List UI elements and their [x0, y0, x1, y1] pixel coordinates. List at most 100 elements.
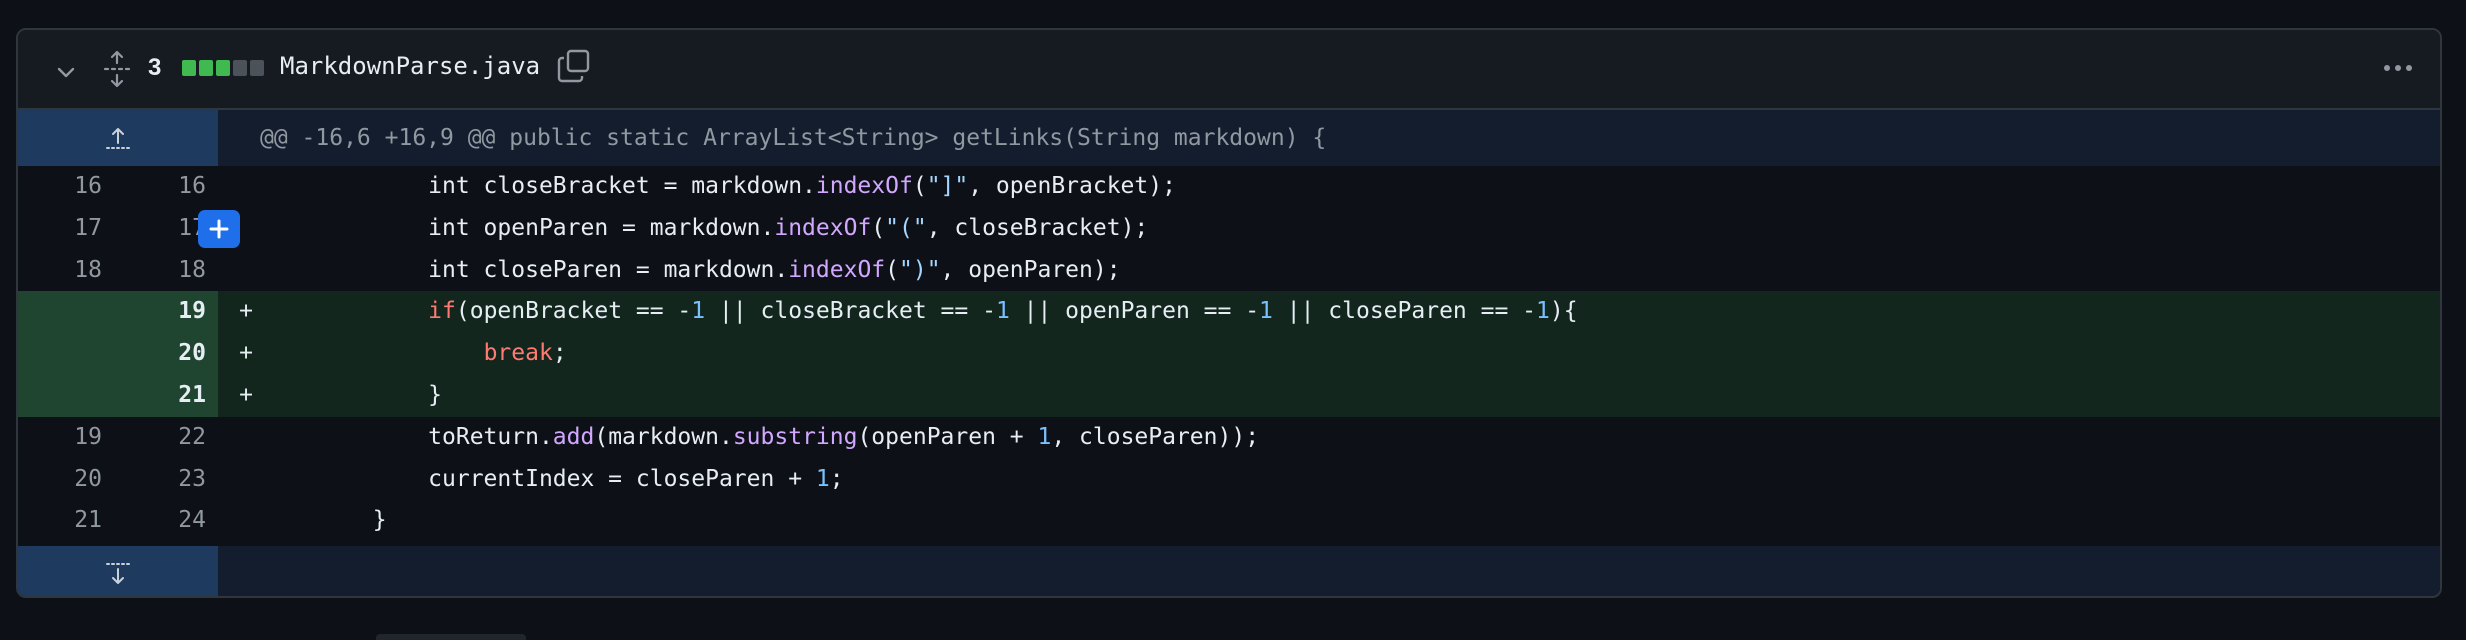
- context-line: 18 18 int closeParen = markdown.indexOf("…: [18, 250, 2440, 292]
- code-token: "]": [926, 173, 969, 199]
- code-token: toReturn.: [262, 423, 553, 450]
- code-token: (openParen +: [857, 423, 1038, 450]
- code-token: 1: [995, 298, 1010, 325]
- code-token: , openParen);: [940, 256, 1121, 283]
- add-comment-button[interactable]: [198, 209, 240, 248]
- code-token: || closeBracket == -: [705, 298, 996, 325]
- code-content: toReturn.add(markdown.substring(openPare…: [262, 417, 2440, 459]
- code-content: }: [262, 375, 2440, 417]
- context-line: 19 22 toReturn.add(markdown.substring(ope…: [18, 417, 2440, 459]
- diffstat: [182, 60, 264, 76]
- new-line-number[interactable]: 19: [102, 291, 218, 334]
- old-line-number[interactable]: 18: [18, 250, 102, 292]
- expand-down-button[interactable]: [18, 546, 218, 596]
- diff-marker: +: [239, 340, 253, 367]
- file-header: 3 MarkdownParse.java: [18, 30, 2440, 110]
- new-line-number[interactable]: 22: [102, 417, 218, 459]
- context-line: 16 16 int closeBracket = markdown.indexOf…: [18, 166, 2440, 208]
- unfold-icon[interactable]: [102, 50, 132, 88]
- code-token: 1: [691, 298, 706, 325]
- code-content: int closeParen = markdown.indexOf(")", o…: [262, 250, 2440, 292]
- code-token: ){: [1549, 298, 1578, 325]
- diffstat-block: [199, 60, 213, 76]
- new-line-number[interactable]: 24: [102, 500, 218, 542]
- diff-marker: [218, 459, 262, 501]
- diffstat-block: [250, 60, 264, 76]
- diff-marker: +: [239, 298, 253, 325]
- diffstat-block: [182, 60, 196, 76]
- code-token: || closeParen == -: [1272, 298, 1537, 325]
- code-token: (: [871, 214, 886, 241]
- added-line: 21 + }: [18, 374, 2440, 417]
- expand-up-icon: [106, 128, 130, 149]
- code-token: "(": [885, 214, 927, 241]
- chevron-down-icon[interactable]: [54, 60, 78, 84]
- code-content: break;: [262, 333, 2440, 375]
- old-line-number[interactable]: [18, 291, 102, 334]
- diff-marker: [218, 166, 262, 208]
- code-token: , closeBracket);: [926, 214, 1149, 241]
- kebab-horizontal-icon[interactable]: [2378, 52, 2418, 84]
- code-token: substring: [732, 423, 858, 450]
- code-token: 1: [1037, 423, 1052, 450]
- code-token: 1: [1259, 298, 1273, 325]
- new-line-number[interactable]: 18: [102, 250, 218, 292]
- code-token: (: [885, 256, 899, 283]
- context-line: 17 17 int openParen = markdown.indexOf("(…: [18, 208, 2440, 250]
- new-line-number[interactable]: 23: [102, 459, 218, 501]
- diff-file: 3 MarkdownParse.java @@ -16,6 +16,9 @@ p…: [16, 28, 2442, 598]
- new-line-number[interactable]: 16: [102, 166, 218, 208]
- code-content: }: [262, 500, 2440, 542]
- expand-up-button[interactable]: [18, 110, 218, 166]
- added-line: 19 + if(openBracket == -1 || closeBracket…: [18, 291, 2440, 334]
- code-token: , closeParen));: [1051, 423, 1260, 450]
- code-token: (markdown.: [594, 423, 733, 450]
- hunk-header-row: @@ -16,6 +16,9 @@ public static ArrayLis…: [18, 110, 2440, 166]
- old-line-number[interactable]: [18, 333, 102, 375]
- code-token: if: [262, 298, 456, 325]
- code-token: }: [262, 381, 443, 408]
- new-line-number[interactable]: 20: [102, 333, 218, 375]
- context-line: 20 23 currentIndex = closeParen + 1;: [18, 459, 2440, 501]
- expand-down-icon: [106, 563, 130, 584]
- old-line-number[interactable]: 20: [18, 459, 102, 501]
- code-token: 1: [815, 465, 830, 492]
- code-token: ;: [552, 340, 567, 367]
- code-token: ")": [899, 256, 941, 283]
- bottom-tab-edge: [376, 634, 526, 640]
- hunk-footer-row: [18, 546, 2440, 596]
- old-line-number[interactable]: 21: [18, 500, 102, 542]
- diff-marker: [218, 250, 262, 292]
- old-line-number[interactable]: 19: [18, 417, 102, 459]
- added-line: 20 + break;: [18, 333, 2440, 375]
- old-line-number[interactable]: [18, 374, 102, 417]
- code-token: }: [262, 507, 387, 534]
- code-token: 1: [1536, 298, 1550, 325]
- hunk-header: @@ -16,6 +16,9 @@ public static ArrayLis…: [218, 110, 2440, 166]
- code-token: (: [912, 173, 927, 199]
- copy-icon[interactable]: [556, 48, 592, 84]
- diff-lines: 16 16 int closeBracket = markdown.indexOf…: [18, 166, 2440, 542]
- new-line-number[interactable]: 21: [102, 374, 218, 417]
- old-line-number[interactable]: 16: [18, 166, 102, 208]
- code-token: indexOf: [788, 256, 886, 283]
- code-token: break: [483, 340, 553, 367]
- diff-marker: [218, 500, 262, 542]
- code-token: int closeParen = markdown.: [262, 256, 789, 283]
- diffstat-block: [216, 60, 230, 76]
- diff-marker: [218, 417, 262, 459]
- diff-marker: +: [239, 381, 253, 408]
- file-name[interactable]: MarkdownParse.java: [280, 52, 540, 80]
- diffstat-block: [233, 60, 247, 76]
- code-token: (openBracket == -: [455, 298, 692, 325]
- code-content: currentIndex = closeParen + 1;: [262, 459, 2440, 501]
- old-line-number[interactable]: 17: [18, 208, 102, 250]
- code-content: int openParen = markdown.indexOf("(", cl…: [262, 208, 2440, 250]
- code-token: int closeBracket = markdown.: [262, 173, 816, 199]
- code-content: int closeBracket = markdown.indexOf("]",…: [262, 166, 2440, 208]
- code-token: int openParen = markdown.: [262, 214, 775, 241]
- plus-icon: [209, 219, 229, 239]
- code-token: indexOf: [815, 173, 913, 199]
- context-line: 21 24 }: [18, 500, 2440, 542]
